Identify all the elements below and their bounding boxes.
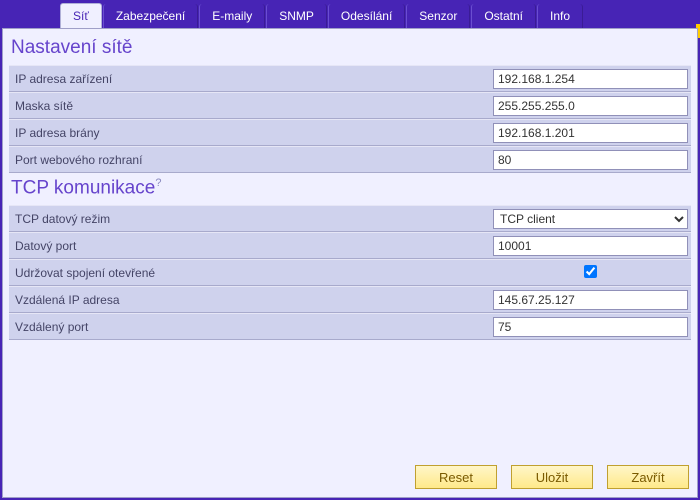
- select-tcp-mode[interactable]: TCP client: [493, 209, 688, 229]
- input-data-port[interactable]: [493, 236, 688, 256]
- label-ip-device: IP adresa zařízení: [13, 72, 493, 86]
- save-button[interactable]: Uložit: [511, 465, 593, 489]
- row-ip-gateway: IP adresa brány: [9, 119, 691, 146]
- section-title-tcp: TCP komunikace?: [9, 173, 691, 205]
- label-keep-open: Udržovat spojení otevřené: [13, 266, 493, 280]
- row-web-port: Port webového rozhraní: [9, 146, 691, 173]
- input-netmask[interactable]: [493, 96, 688, 116]
- row-data-port: Datový port: [9, 232, 691, 259]
- tab-content: Nastavení sítě IP adresa zařízení Maska …: [2, 28, 698, 498]
- window-frame: Síť Zabezpečení E-maily SNMP Odesílání S…: [0, 0, 700, 500]
- row-ip-device: IP adresa zařízení: [9, 65, 691, 92]
- tab-security[interactable]: Zabezpečení: [103, 4, 198, 28]
- label-netmask: Maska sítě: [13, 99, 493, 113]
- row-keep-open: Udržovat spojení otevřené: [9, 259, 691, 286]
- row-remote-ip: Vzdálená IP adresa: [9, 286, 691, 313]
- label-data-port: Datový port: [13, 239, 493, 253]
- tab-sending[interactable]: Odesílání: [328, 4, 405, 28]
- row-netmask: Maska sítě: [9, 92, 691, 119]
- label-web-port: Port webového rozhraní: [13, 153, 493, 167]
- input-ip-device[interactable]: [493, 69, 688, 89]
- reset-button[interactable]: Reset: [415, 465, 497, 489]
- close-button[interactable]: Zavřít: [607, 465, 689, 489]
- section-title-network: Nastavení sítě: [9, 33, 691, 65]
- tab-other[interactable]: Ostatní: [471, 4, 536, 28]
- input-web-port[interactable]: [493, 150, 688, 170]
- row-tcp-mode: TCP datový režim TCP client: [9, 205, 691, 232]
- label-remote-ip: Vzdálená IP adresa: [13, 293, 493, 307]
- label-remote-port: Vzdálený port: [13, 320, 493, 334]
- tab-snmp[interactable]: SNMP: [266, 4, 327, 28]
- footer-buttons: Reset Uložit Zavřít: [415, 465, 689, 489]
- input-ip-gateway[interactable]: [493, 123, 688, 143]
- label-ip-gateway: IP adresa brány: [13, 126, 493, 140]
- tab-sensor[interactable]: Senzor: [406, 4, 470, 28]
- checkbox-keep-open[interactable]: [584, 265, 597, 278]
- tab-emails[interactable]: E-maily: [199, 4, 265, 28]
- label-tcp-mode: TCP datový režim: [13, 212, 493, 226]
- tab-info[interactable]: Info: [537, 4, 583, 28]
- help-icon[interactable]: ?: [155, 177, 161, 189]
- row-remote-port: Vzdálený port: [9, 313, 691, 340]
- tab-network[interactable]: Síť: [60, 3, 102, 29]
- input-remote-ip[interactable]: [493, 290, 688, 310]
- section-title-tcp-text: TCP komunikace: [11, 177, 155, 198]
- tab-bar: Síť Zabezpečení E-maily SNMP Odesílání S…: [0, 2, 700, 28]
- input-remote-port[interactable]: [493, 317, 688, 337]
